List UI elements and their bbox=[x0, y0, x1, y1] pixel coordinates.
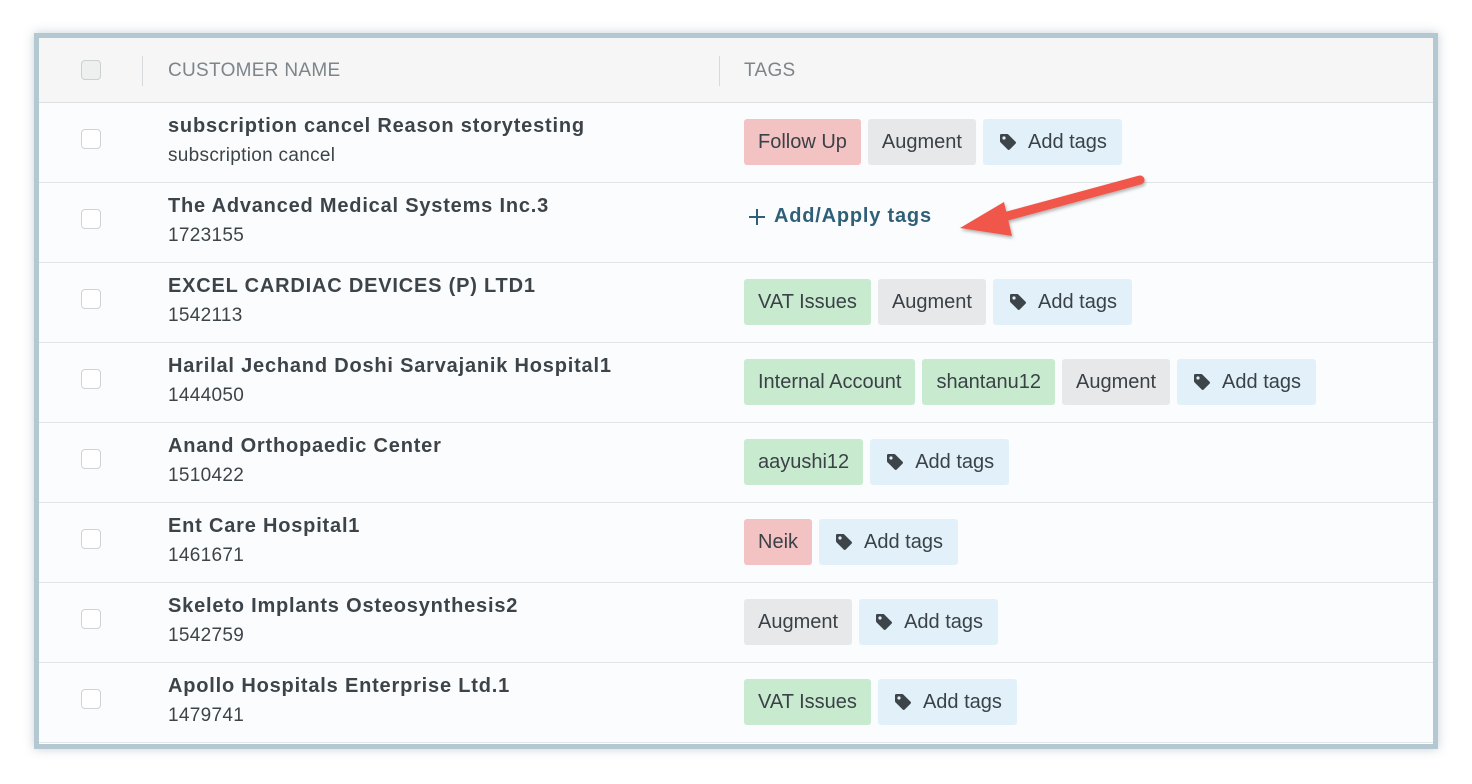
row-checkbox[interactable] bbox=[81, 609, 101, 629]
tag-icon bbox=[1194, 374, 1211, 390]
add-tags-label: Add tags bbox=[915, 450, 995, 473]
row-checkbox[interactable] bbox=[81, 129, 101, 149]
add-tags-label: Add tags bbox=[922, 690, 1002, 713]
table-row[interactable]: Skeleto Implants Osteosynthesis2 1542759 A… bbox=[39, 583, 1433, 663]
tag-list: aayushi12 Add tags bbox=[744, 439, 1010, 485]
table-row[interactable]: subscription cancel Reason storytesting s… bbox=[39, 103, 1433, 183]
tag-list: Neik Add tags bbox=[744, 519, 958, 565]
tag-list: Augment Add tags bbox=[744, 599, 999, 645]
tag-chip[interactable]: Follow Up bbox=[744, 119, 861, 165]
add-tags-button[interactable]: Add tags bbox=[1177, 359, 1316, 405]
customer-name[interactable]: Anand Orthopaedic Center bbox=[168, 435, 442, 458]
tag-icon bbox=[1010, 294, 1026, 310]
table-body: subscription cancel Reason storytesting s… bbox=[39, 103, 1433, 743]
tag-chip[interactable]: Augment bbox=[877, 279, 986, 325]
column-divider bbox=[142, 56, 143, 86]
customer-name[interactable]: The Advanced Medical Systems Inc.3 bbox=[168, 195, 549, 218]
customer-subtext: 1444050 bbox=[168, 385, 245, 406]
table-row[interactable]: Apollo Hospitals Enterprise Ltd.1 1479741… bbox=[39, 663, 1433, 743]
add-tags-button[interactable]: Add tags bbox=[982, 119, 1122, 165]
tag-icon bbox=[876, 614, 893, 630]
add-apply-tags-label: Add/Apply tags bbox=[774, 205, 932, 227]
tag-list: Follow Up Augment Add tags bbox=[744, 119, 1122, 165]
tag-chip[interactable]: shantanu12 bbox=[922, 359, 1055, 405]
add-apply-tags-link[interactable]: Add/Apply tags bbox=[748, 205, 932, 228]
customer-name[interactable]: Ent Care Hospital1 bbox=[168, 515, 360, 538]
customer-table-frame: CUSTOMER NAME TAGS subscription cancel R… bbox=[34, 33, 1438, 749]
customer-subtext: 1479741 bbox=[168, 705, 245, 726]
column-header-customer-name[interactable]: CUSTOMER NAME bbox=[168, 60, 340, 82]
table-row[interactable]: EXCEL CARDIAC DEVICES (P) LTD1 1542113 VAT… bbox=[39, 263, 1433, 343]
customer-subtext: 1461671 bbox=[168, 545, 245, 566]
tag-chip[interactable]: VAT Issues bbox=[744, 679, 871, 725]
add-tags-button[interactable]: Add tags bbox=[859, 599, 999, 645]
tag-list: VAT Issues Augment Add tags bbox=[744, 279, 1132, 325]
row-checkbox[interactable] bbox=[81, 209, 101, 229]
add-tags-label: Add tags bbox=[864, 530, 943, 553]
select-all-checkbox[interactable] bbox=[81, 60, 101, 80]
tag-icon bbox=[887, 454, 904, 470]
add-tags-button[interactable]: Add tags bbox=[819, 519, 958, 565]
tag-icon bbox=[999, 134, 1016, 150]
add-tags-label: Add tags bbox=[1027, 130, 1107, 153]
tag-chip[interactable]: Augment bbox=[744, 599, 853, 645]
column-divider bbox=[719, 56, 720, 86]
plus-icon bbox=[749, 208, 765, 225]
tag-icon bbox=[836, 534, 852, 550]
customer-table: CUSTOMER NAME TAGS subscription cancel R… bbox=[39, 38, 1433, 743]
add-tags-label: Add tags bbox=[1038, 290, 1117, 313]
row-checkbox[interactable] bbox=[81, 289, 101, 309]
customer-name[interactable]: EXCEL CARDIAC DEVICES (P) LTD1 bbox=[168, 275, 536, 298]
row-checkbox[interactable] bbox=[81, 449, 101, 469]
customer-subtext: 1542759 bbox=[168, 625, 245, 646]
tag-icon bbox=[894, 694, 911, 710]
table-row[interactable]: The Advanced Medical Systems Inc.3 172315… bbox=[39, 183, 1433, 263]
table-row[interactable]: Ent Care Hospital1 1461671 Neik Add tags bbox=[39, 503, 1433, 583]
table-row[interactable]: Anand Orthopaedic Center 1510422 aayushi12… bbox=[39, 423, 1433, 503]
customer-subtext: 1510422 bbox=[168, 465, 245, 486]
customer-name[interactable]: subscription cancel Reason storytesting bbox=[168, 115, 585, 138]
add-tags-button[interactable]: Add tags bbox=[877, 679, 1017, 725]
add-tags-label: Add tags bbox=[904, 610, 984, 633]
table-row[interactable]: Harilal Jechand Doshi Sarvajanik Hospita… bbox=[39, 343, 1433, 423]
tag-chip[interactable]: VAT Issues bbox=[744, 279, 871, 325]
row-checkbox[interactable] bbox=[81, 369, 101, 389]
customer-name[interactable]: Harilal Jechand Doshi Sarvajanik Hospita… bbox=[168, 355, 612, 378]
add-tags-button[interactable]: Add tags bbox=[993, 279, 1132, 325]
tag-list: VAT Issues Add tags bbox=[744, 679, 1017, 725]
tag-chip[interactable]: aayushi12 bbox=[744, 439, 864, 485]
customer-name[interactable]: Apollo Hospitals Enterprise Ltd.1 bbox=[168, 675, 510, 698]
tag-chip[interactable]: Neik bbox=[744, 519, 813, 565]
row-checkbox[interactable] bbox=[81, 689, 101, 709]
add-tags-button[interactable]: Add tags bbox=[870, 439, 1010, 485]
customer-name[interactable]: Skeleto Implants Osteosynthesis2 bbox=[168, 595, 518, 618]
customer-subtext: 1542113 bbox=[168, 305, 243, 326]
add-tags-label: Add tags bbox=[1222, 370, 1301, 393]
customer-subtext: 1723155 bbox=[168, 225, 245, 246]
customer-subtext: subscription cancel bbox=[168, 145, 336, 166]
row-checkbox[interactable] bbox=[81, 529, 101, 549]
tag-list: Internal Account shantanu12 Augment Add tag… bbox=[744, 359, 1316, 405]
tag-chip[interactable]: Augment bbox=[1061, 359, 1171, 405]
table-header: CUSTOMER NAME TAGS bbox=[39, 38, 1433, 103]
column-header-tags[interactable]: TAGS bbox=[744, 60, 796, 82]
tag-chip[interactable]: Internal Account bbox=[744, 359, 916, 405]
tag-chip[interactable]: Augment bbox=[867, 119, 976, 165]
